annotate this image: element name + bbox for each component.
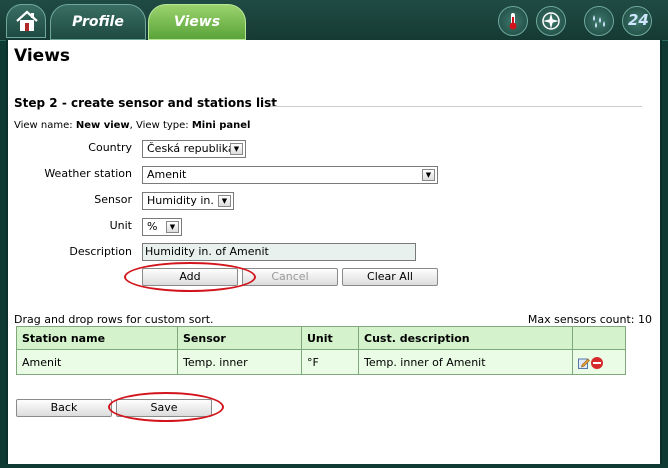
- cell-description: Temp. inner of Amenit: [358, 349, 573, 375]
- chevron-down-icon: ▼: [230, 143, 243, 155]
- description-input[interactable]: Humidity in. of Amenit: [142, 243, 416, 261]
- 24h-button[interactable]: 24: [622, 6, 652, 36]
- view-type-value: Mini panel: [191, 120, 251, 131]
- station-label: Weather station: [44, 167, 132, 180]
- station-value: Amenit: [147, 168, 187, 181]
- view-name-value: New view: [75, 120, 130, 131]
- col-description: Cust. description: [358, 326, 573, 350]
- tab-profile[interactable]: Profile: [50, 4, 146, 40]
- country-value: Česká republika: [147, 142, 235, 155]
- add-highlight: [124, 262, 256, 292]
- step-title: Step 2 - create sensor and stations list: [14, 96, 278, 110]
- table-row[interactable]: Amenit Temp. inner °F Temp. inner of Ame…: [16, 349, 626, 375]
- country-label: Country: [88, 141, 132, 154]
- chevron-down-icon: ▼: [166, 221, 179, 233]
- main-content: Views Step 2 - create sensor and station…: [6, 40, 662, 464]
- station-select[interactable]: Amenit ▼: [142, 166, 438, 184]
- sensors-table: Station name Sensor Unit Cust. descripti…: [16, 326, 626, 375]
- cell-station: Amenit: [16, 349, 178, 375]
- compass-button[interactable]: [536, 6, 566, 36]
- view-info: View name: New view, View type: Mini pan…: [14, 120, 251, 131]
- unit-select[interactable]: % ▼: [142, 218, 182, 236]
- unit-label: Unit: [109, 219, 132, 232]
- col-unit: Unit: [301, 326, 359, 350]
- sensor-label: Sensor: [94, 193, 132, 206]
- 24h-icon: 24: [628, 11, 649, 29]
- max-sensors: Max sensors count: 10: [527, 313, 652, 326]
- drag-hint: Drag and drop rows for custom sort.: [14, 313, 214, 326]
- cell-unit: °F: [301, 349, 359, 375]
- unit-value: %: [147, 220, 158, 233]
- country-select[interactable]: Česká republika ▼: [142, 140, 246, 158]
- sensor-select[interactable]: Humidity in. ▼: [142, 192, 234, 210]
- col-actions: [572, 326, 626, 350]
- cell-sensor: Temp. inner: [177, 349, 302, 375]
- delete-icon[interactable]: [591, 356, 603, 369]
- compass-icon: [542, 12, 560, 30]
- chevron-down-icon: ▼: [218, 195, 231, 207]
- top-navigation: Profile Views 24: [0, 0, 668, 41]
- step-divider: [270, 106, 642, 107]
- rain-button[interactable]: [584, 6, 614, 36]
- edit-icon[interactable]: [578, 357, 590, 369]
- col-station: Station name: [16, 326, 178, 350]
- home-icon: [16, 10, 38, 31]
- back-button[interactable]: Back: [16, 399, 112, 417]
- save-highlight: [108, 392, 224, 422]
- sensor-value: Humidity in.: [147, 194, 214, 207]
- home-button[interactable]: [6, 4, 46, 38]
- description-label: Description: [69, 245, 132, 258]
- thermometer-icon: [509, 13, 517, 30]
- rain-icon: [593, 15, 605, 28]
- cancel-button[interactable]: Cancel: [242, 268, 338, 286]
- thermometer-button[interactable]: [498, 6, 528, 36]
- clear-all-button[interactable]: Clear All: [342, 268, 438, 286]
- table-header-row: Station name Sensor Unit Cust. descripti…: [16, 326, 626, 350]
- view-type-label: View type:: [136, 120, 189, 131]
- view-name-label: View name:: [14, 120, 73, 131]
- tab-views[interactable]: Views: [148, 4, 246, 40]
- cell-actions: [572, 349, 626, 375]
- col-sensor: Sensor: [177, 326, 302, 350]
- chevron-down-icon: ▼: [422, 169, 435, 181]
- page-title: Views: [14, 46, 71, 66]
